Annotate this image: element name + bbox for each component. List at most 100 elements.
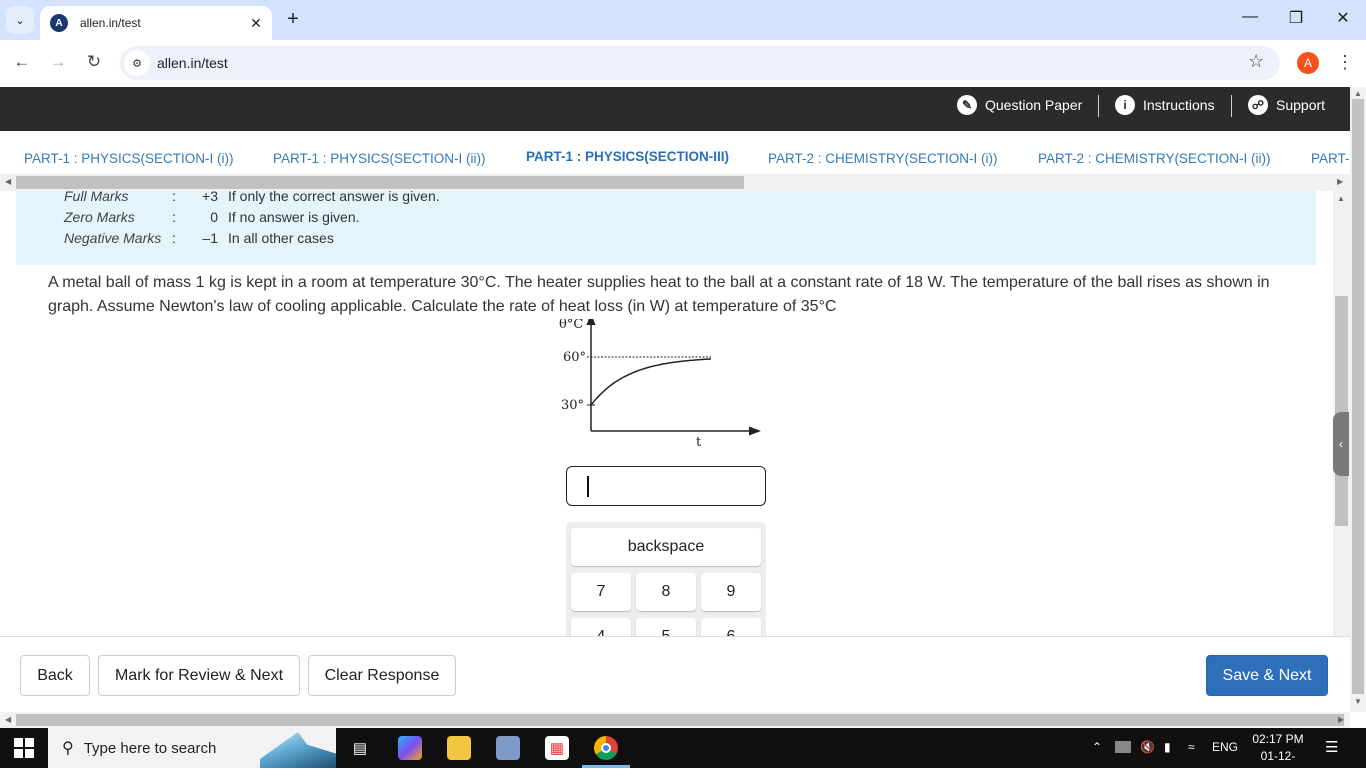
marks-label: Full Marks [64, 191, 129, 204]
windows-taskbar: ⚲ Type here to search ▤ ▦ ⌃ 🔇 ▮ ≈ ENG 02… [0, 728, 1366, 780]
headset-icon: ☍ [1248, 95, 1268, 115]
reload-icon[interactable]: ↻ [83, 52, 105, 72]
url-text[interactable]: allen.in/test [157, 55, 228, 71]
network-device-icon[interactable] [1115, 741, 1131, 753]
temperature-curve [590, 358, 712, 406]
file-explorer-icon[interactable] [447, 736, 471, 760]
microsoft-store-icon[interactable]: ▦ [545, 736, 569, 760]
tab-next-part[interactable]: PART- [1311, 151, 1350, 166]
support-label: Support [1276, 97, 1326, 113]
bookmark-star-icon[interactable]: ☆ [1248, 51, 1264, 72]
tab-physics-section-3[interactable]: PART-1 : PHYSICS(SECTION-III) [526, 149, 729, 164]
copilot-icon[interactable] [398, 736, 422, 760]
scrollbar-thumb[interactable] [1352, 99, 1364, 694]
question-content: Full Marks : +3 If only the correct answ… [0, 191, 1333, 636]
clear-response-button[interactable]: Clear Response [308, 655, 456, 696]
marks-desc: In all other cases [228, 230, 334, 246]
key-9[interactable]: 9 [701, 573, 761, 611]
close-window-icon[interactable]: ✕ [1331, 8, 1355, 28]
section-tabs: PART-1 : PHYSICS(SECTION-I (i)) PART-1 :… [0, 131, 1350, 174]
numeric-keypad: backspace 7 8 9 4 5 6 [566, 522, 766, 636]
back-button[interactable]: Back [20, 655, 90, 696]
marks-value: –1 [202, 230, 218, 246]
notifications-icon[interactable]: ☰ [1325, 738, 1338, 756]
key-6[interactable]: 6 [701, 618, 761, 636]
tab-title: allen.in/test [80, 16, 141, 30]
key-7[interactable]: 7 [571, 573, 631, 611]
key-8[interactable]: 8 [636, 573, 696, 611]
address-bar[interactable] [120, 46, 1280, 80]
question-paper-link[interactable]: ✎ Question Paper [957, 95, 1082, 115]
scrollbar-thumb[interactable] [16, 714, 1344, 726]
page-horizontal-scrollbar[interactable]: ◀ ▶ [0, 712, 1350, 728]
marks-row-full: Full Marks : +3 If only the correct answ… [64, 191, 440, 204]
browser-tab-bar: ⌄ A allen.in/test ✕ + — ❐ ✕ [0, 0, 1366, 40]
scroll-down-icon[interactable]: ▼ [1354, 697, 1362, 706]
page-vertical-scrollbar[interactable]: ▲ ▼ [1350, 87, 1366, 712]
x-axis-label: t [696, 435, 702, 450]
browser-menu-icon[interactable]: ⋮ [1336, 52, 1354, 72]
marks-label: Negative Marks [64, 230, 162, 246]
taskbar-search[interactable]: ⚲ Type here to search [48, 728, 336, 768]
scrollbar-thumb[interactable] [1335, 296, 1348, 526]
restore-icon[interactable]: ❐ [1284, 8, 1308, 28]
back-arrow-icon[interactable]: ← [11, 52, 33, 72]
collapse-panel-toggle[interactable]: ‹ [1333, 412, 1349, 476]
scroll-left-icon[interactable]: ◀ [5, 715, 11, 724]
show-hidden-icons[interactable]: ⌃ [1092, 740, 1102, 754]
scroll-right-icon[interactable]: ▶ [1338, 715, 1344, 724]
forward-arrow-icon[interactable]: → [47, 52, 69, 72]
scroll-up-icon[interactable]: ▲ [1337, 194, 1345, 203]
scroll-up-icon[interactable]: ▲ [1354, 89, 1362, 98]
chevron-down-icon: ⌄ [15, 14, 25, 27]
clock-date: 01-12-2024 [1260, 749, 1296, 780]
tab-chemistry-section-1-ii[interactable]: PART-2 : CHEMISTRY(SECTION-I (ii)) [1038, 151, 1271, 166]
divider [1098, 95, 1099, 117]
browser-tab[interactable]: A allen.in/test ✕ [40, 6, 272, 40]
tab-physics-section-1-i[interactable]: PART-1 : PHYSICS(SECTION-I (i)) [24, 151, 234, 166]
key-4[interactable]: 4 [571, 618, 631, 636]
key-5[interactable]: 5 [636, 618, 696, 636]
system-clock[interactable]: 02:17 PM 01-12-2024 [1248, 731, 1308, 782]
text-caret [587, 476, 589, 497]
section-tabs-scrollbar[interactable]: ◀ ▶ [0, 174, 1350, 191]
tab-chemistry-section-1-i[interactable]: PART-2 : CHEMISTRY(SECTION-I (i)) [768, 151, 998, 166]
profile-avatar[interactable]: A [1297, 52, 1319, 74]
support-link[interactable]: ☍ Support [1248, 95, 1325, 115]
marks-row-zero: Zero Marks : 0 If no answer is given. [64, 209, 360, 225]
question-text: A metal ball of mass 1 kg is kept in a r… [48, 274, 1270, 315]
close-tab-icon[interactable]: ✕ [248, 15, 264, 32]
minimize-icon[interactable]: — [1238, 8, 1262, 26]
scroll-left-icon[interactable]: ◀ [5, 177, 11, 186]
tick-label-30: 30° [561, 398, 584, 413]
divider [1231, 95, 1232, 117]
remote-desktop-icon[interactable] [496, 736, 520, 760]
volume-muted-icon[interactable]: 🔇 [1140, 740, 1155, 754]
tab-physics-section-1-ii[interactable]: PART-1 : PHYSICS(SECTION-I (ii)) [273, 151, 486, 166]
chrome-icon[interactable] [594, 736, 618, 760]
wifi-icon[interactable]: ≈ [1188, 740, 1195, 754]
marks-row-negative: Negative Marks : –1 In all other cases [64, 230, 334, 246]
instructions-link[interactable]: i Instructions [1115, 95, 1215, 115]
tab-search-dropdown[interactable]: ⌄ [6, 6, 34, 34]
save-next-button[interactable]: Save & Next [1206, 655, 1328, 696]
search-placeholder: Type here to search [83, 739, 217, 757]
marks-colon: : [172, 209, 176, 225]
language-indicator[interactable]: ENG [1212, 740, 1238, 754]
mark-review-next-button[interactable]: Mark for Review & Next [98, 655, 300, 696]
chevron-left-icon: ‹ [1339, 437, 1343, 451]
backspace-key[interactable]: backspace [571, 528, 761, 566]
task-view-icon[interactable]: ▤ [348, 736, 372, 760]
new-tab-button[interactable]: + [282, 8, 304, 31]
windows-start-icon[interactable] [14, 738, 34, 758]
site-settings-icon[interactable]: ⚙ [124, 50, 150, 76]
answer-input[interactable] [566, 466, 766, 506]
info-icon: i [1115, 95, 1135, 115]
temperature-graph: θ°C 60° 30° t [559, 319, 761, 450]
allen-favicon-icon: A [50, 14, 68, 32]
scroll-right-icon[interactable]: ▶ [1337, 177, 1343, 186]
scrollbar-thumb[interactable] [16, 176, 744, 189]
action-footer: Back Mark for Review & Next Clear Respon… [0, 636, 1350, 712]
marks-label: Zero Marks [64, 209, 135, 225]
battery-icon[interactable]: ▮ [1164, 740, 1171, 754]
